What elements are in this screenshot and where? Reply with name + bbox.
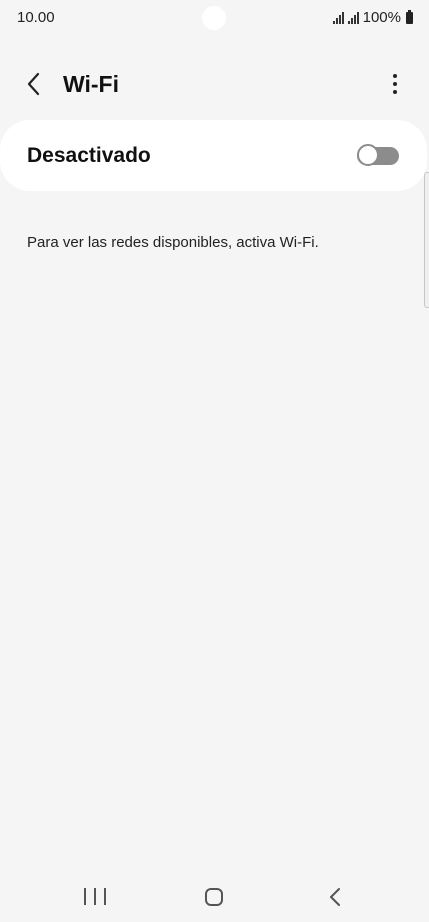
navigation-bar	[0, 874, 429, 922]
page-title: Wi-Fi	[63, 71, 119, 97]
wifi-switch[interactable]	[357, 144, 399, 166]
scroll-indicator[interactable]	[424, 172, 429, 308]
battery-percentage: 100%	[362, 9, 401, 26]
wifi-toggle-row[interactable]: Desactivado	[0, 120, 427, 191]
battery-icon	[406, 9, 413, 24]
recents-icon[interactable]	[84, 888, 106, 908]
wifi-settings-screen: 10.00 100% Wi-Fi Desactivado Para ver la…	[0, 0, 429, 922]
back-icon[interactable]	[326, 886, 346, 908]
wifi-help-text: Para ver las redes disponibles, activa W…	[27, 234, 319, 251]
home-icon[interactable]	[205, 888, 223, 906]
signal-icon	[347, 11, 359, 24]
app-bar: Wi-Fi	[0, 60, 429, 108]
wifi-status-label: Desactivado	[27, 144, 151, 167]
camera-cutout	[202, 6, 226, 30]
more-vertical-icon	[393, 74, 397, 78]
more-options-button[interactable]	[383, 70, 407, 98]
status-indicators: 100%	[332, 9, 413, 26]
signal-icon	[332, 11, 344, 24]
back-button[interactable]	[20, 70, 48, 98]
chevron-left-icon	[27, 72, 40, 96]
status-time: 10.00	[17, 9, 55, 26]
switch-thumb	[357, 144, 379, 166]
status-bar: 10.00 100%	[0, 0, 429, 36]
